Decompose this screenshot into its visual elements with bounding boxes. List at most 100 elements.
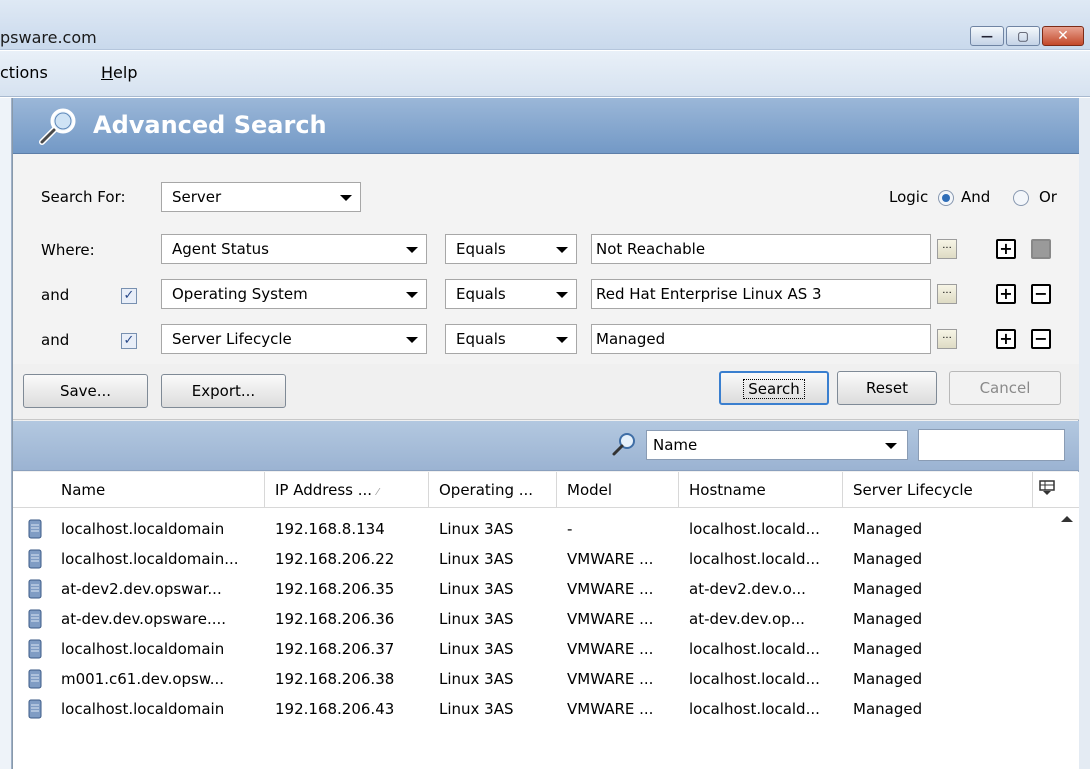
filter-input[interactable] [918,429,1065,461]
menu-help-mnemonic: H [101,63,114,82]
search-button[interactable]: Search [719,371,829,405]
logic-and-label: And [961,188,991,206]
reset-button[interactable]: Reset [837,371,937,405]
menu-help-label: elp [113,63,138,82]
criterion-value-input[interactable]: Managed [591,324,931,354]
criterion-prefix: and [41,286,70,304]
table-cell: Managed [853,610,923,628]
criterion-operator-select[interactable]: Equals [445,324,577,354]
minimize-button[interactable]: — [970,26,1004,46]
table-cell: - [567,520,573,538]
add-criterion-button[interactable]: + [996,239,1016,259]
table-cell: VMWARE ... [567,670,654,688]
sort-icon: ⁄ [376,487,379,498]
criterion-attribute-select[interactable]: Agent Status [161,234,427,264]
column-header-ip-label: IP Address ... [275,481,373,499]
chevron-down-icon [556,337,568,343]
logic-or-radio[interactable] [1013,190,1029,206]
search-for-select[interactable]: Server [161,182,361,212]
window-controls: — ▢ ✕ [970,26,1084,46]
table-cell: m001.c61.dev.opsw... [61,670,225,688]
column-header-hostname[interactable]: Hostname [679,472,843,508]
table-cell: Linux 3AS [439,700,514,718]
table-row[interactable]: at-dev.dev.opsware.... 192.168.206.36 Linu… [13,604,1053,634]
right-scroll-edge[interactable] [1078,98,1090,769]
criterion-browse-button[interactable]: ... [937,239,957,259]
menu-bar: ctions Help [0,51,1090,97]
server-icon [28,549,42,569]
close-icon: ✕ [1057,28,1069,44]
search-criteria: Search For: Server Logic And Or Where: A… [13,154,1079,364]
results-table: Name IP Address ... ⁄ Operating ... Mode… [13,472,1079,769]
criterion-operator-value: Equals [456,240,506,258]
table-cell: Managed [853,550,923,568]
left-pane-edge [0,98,12,769]
maximize-button[interactable]: ▢ [1006,26,1040,46]
criterion-prefix: Where: [41,241,95,259]
column-header-ip[interactable]: IP Address ... ⁄ [265,472,429,508]
logic-or-label: Or [1039,188,1057,206]
logic-and-radio[interactable] [938,190,954,206]
table-cell: Linux 3AS [439,520,514,538]
criterion-operator-select[interactable]: Equals [445,234,577,264]
table-cell: localhost.localdomain... [61,550,239,568]
table-cell: 192.168.206.38 [275,670,395,688]
panel-header: Advanced Search [13,98,1079,154]
add-criterion-button[interactable]: + [996,284,1016,304]
table-cell: localhost.localdomain [61,700,225,718]
table-cell: 192.168.8.134 [275,520,385,538]
remove-criterion-button[interactable]: − [1031,284,1051,304]
criterion-enable-checkbox[interactable]: ✓ [121,333,137,349]
column-header-os[interactable]: Operating ... [429,472,557,508]
export-button[interactable]: Export... [161,374,286,408]
column-header-model[interactable]: Model [557,472,679,508]
column-header-name[interactable]: Name [51,472,265,508]
table-row[interactable]: localhost.localdomain 192.168.8.134 Linux … [13,514,1053,544]
table-cell: Managed [853,640,923,658]
table-cell: Linux 3AS [439,550,514,568]
table-cell: localhost.localdomain [61,520,225,538]
table-row[interactable]: at-dev2.dev.opswar... 192.168.206.35 Linux… [13,574,1053,604]
criterion-operator-select[interactable]: Equals [445,279,577,309]
table-row[interactable]: localhost.localdomain 192.168.206.43 Linux… [13,694,1053,724]
table-scrollbar[interactable] [1057,508,1077,769]
table-row[interactable]: localhost.localdomain 192.168.206.37 Linux… [13,634,1053,664]
remove-criterion-button[interactable]: − [1031,329,1051,349]
action-button-row: Save... Export... Search Reset Cancel [13,364,1079,420]
menu-help[interactable]: Help [101,63,137,82]
close-button[interactable]: ✕ [1042,26,1084,46]
maximize-icon: ▢ [1017,29,1029,43]
server-icon [28,609,42,629]
table-cell: localhost.locald... [689,550,820,568]
table-row[interactable]: m001.c61.dev.opsw... 192.168.206.38 Linux … [13,664,1053,694]
column-chooser-icon[interactable] [1039,480,1055,496]
server-icon [28,669,42,689]
criterion-enable-checkbox[interactable]: ✓ [121,288,137,304]
add-criterion-button[interactable]: + [996,329,1016,349]
criterion-prefix: and [41,331,70,349]
chevron-down-icon [556,292,568,298]
criterion-attribute-select[interactable]: Operating System [161,279,427,309]
criterion-value-input[interactable]: Not Reachable [591,234,931,264]
table-cell: VMWARE ... [567,610,654,628]
table-cell: at-dev.dev.opsware.... [61,610,227,628]
criterion-value-input[interactable]: Red Hat Enterprise Linux AS 3 [591,279,931,309]
chevron-down-icon [406,247,418,253]
server-icon [28,639,42,659]
criterion-browse-button[interactable]: ... [937,329,957,349]
save-button[interactable]: Save... [23,374,148,408]
magnifier-icon [39,108,76,145]
column-header-lifecycle[interactable]: Server Lifecycle [843,472,1033,508]
criterion-attribute-select[interactable]: Server Lifecycle [161,324,427,354]
table-cell: Managed [853,670,923,688]
table-cell: Linux 3AS [439,610,514,628]
filter-field-select[interactable]: Name [646,430,908,460]
remove-criterion-button [1031,239,1051,259]
table-cell: VMWARE ... [567,550,654,568]
table-cell: localhost.locald... [689,700,820,718]
menu-actions[interactable]: ctions [0,63,48,82]
criterion-browse-button[interactable]: ... [937,284,957,304]
chevron-down-icon [406,292,418,298]
scroll-up-icon[interactable] [1061,516,1073,522]
table-row[interactable]: localhost.localdomain... 192.168.206.22 Li… [13,544,1053,574]
